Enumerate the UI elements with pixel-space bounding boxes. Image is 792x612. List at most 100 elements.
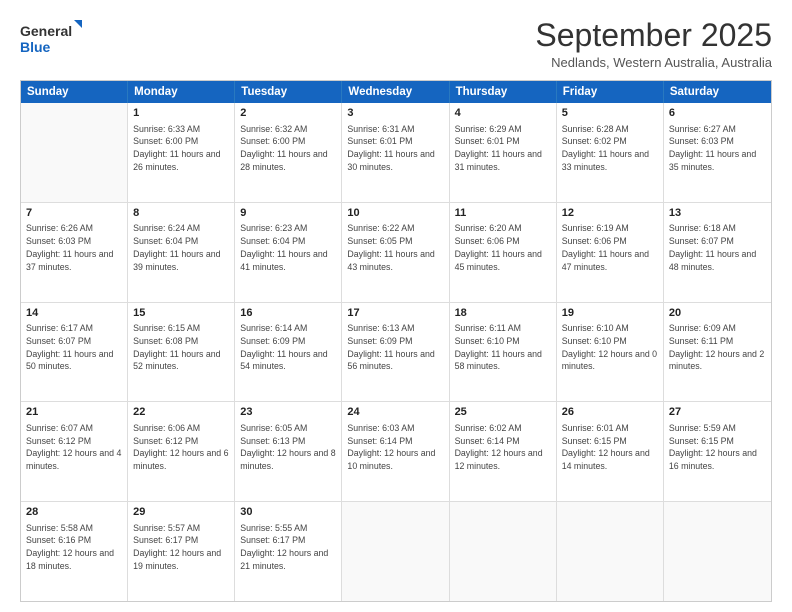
cell-info: Sunrise: 6:31 AMSunset: 6:01 PMDaylight:… xyxy=(347,123,443,174)
cell-info: Sunrise: 6:02 AMSunset: 6:14 PMDaylight:… xyxy=(455,422,551,473)
calendar-row: 28 Sunrise: 5:58 AMSunset: 6:16 PMDaylig… xyxy=(21,501,771,601)
cell-info: Sunrise: 6:32 AMSunset: 6:00 PMDaylight:… xyxy=(240,123,336,174)
day-number: 11 xyxy=(455,206,551,221)
day-number: 19 xyxy=(562,306,658,321)
calendar-day-cell: 14 Sunrise: 6:17 AMSunset: 6:07 PMDaylig… xyxy=(21,303,128,402)
calendar-day-cell: 30 Sunrise: 5:55 AMSunset: 6:17 PMDaylig… xyxy=(235,502,342,601)
day-number: 15 xyxy=(133,306,229,321)
day-number: 12 xyxy=(562,206,658,221)
calendar-day-cell: 13 Sunrise: 6:18 AMSunset: 6:07 PMDaylig… xyxy=(664,203,771,302)
calendar-empty-cell xyxy=(450,502,557,601)
cell-info: Sunrise: 5:58 AMSunset: 6:16 PMDaylight:… xyxy=(26,522,122,573)
cell-info: Sunrise: 6:14 AMSunset: 6:09 PMDaylight:… xyxy=(240,322,336,373)
calendar-row: 7 Sunrise: 6:26 AMSunset: 6:03 PMDayligh… xyxy=(21,202,771,302)
day-number: 5 xyxy=(562,106,658,121)
cell-info: Sunrise: 6:03 AMSunset: 6:14 PMDaylight:… xyxy=(347,422,443,473)
cell-info: Sunrise: 6:05 AMSunset: 6:13 PMDaylight:… xyxy=(240,422,336,473)
calendar-body: 1 Sunrise: 6:33 AMSunset: 6:00 PMDayligh… xyxy=(21,103,771,601)
day-number: 14 xyxy=(26,306,122,321)
calendar-day-header: Wednesday xyxy=(342,81,449,103)
calendar-day-cell: 28 Sunrise: 5:58 AMSunset: 6:16 PMDaylig… xyxy=(21,502,128,601)
cell-info: Sunrise: 6:10 AMSunset: 6:10 PMDaylight:… xyxy=(562,322,658,373)
calendar-day-header: Tuesday xyxy=(235,81,342,103)
calendar-day-cell: 10 Sunrise: 6:22 AMSunset: 6:05 PMDaylig… xyxy=(342,203,449,302)
calendar-row: 21 Sunrise: 6:07 AMSunset: 6:12 PMDaylig… xyxy=(21,401,771,501)
day-number: 30 xyxy=(240,505,336,520)
calendar-day-cell: 18 Sunrise: 6:11 AMSunset: 6:10 PMDaylig… xyxy=(450,303,557,402)
cell-info: Sunrise: 6:20 AMSunset: 6:06 PMDaylight:… xyxy=(455,222,551,273)
svg-text:Blue: Blue xyxy=(20,39,51,55)
day-number: 1 xyxy=(133,106,229,121)
day-number: 7 xyxy=(26,206,122,221)
cell-info: Sunrise: 5:57 AMSunset: 6:17 PMDaylight:… xyxy=(133,522,229,573)
day-number: 16 xyxy=(240,306,336,321)
cell-info: Sunrise: 6:01 AMSunset: 6:15 PMDaylight:… xyxy=(562,422,658,473)
cell-info: Sunrise: 6:26 AMSunset: 6:03 PMDaylight:… xyxy=(26,222,122,273)
calendar-day-header: Sunday xyxy=(21,81,128,103)
day-number: 3 xyxy=(347,106,443,121)
calendar-day-cell: 24 Sunrise: 6:03 AMSunset: 6:14 PMDaylig… xyxy=(342,402,449,501)
day-number: 13 xyxy=(669,206,766,221)
calendar-day-cell: 20 Sunrise: 6:09 AMSunset: 6:11 PMDaylig… xyxy=(664,303,771,402)
calendar-day-cell: 9 Sunrise: 6:23 AMSunset: 6:04 PMDayligh… xyxy=(235,203,342,302)
cell-info: Sunrise: 6:17 AMSunset: 6:07 PMDaylight:… xyxy=(26,322,122,373)
calendar-day-cell: 5 Sunrise: 6:28 AMSunset: 6:02 PMDayligh… xyxy=(557,103,664,202)
calendar-day-cell: 17 Sunrise: 6:13 AMSunset: 6:09 PMDaylig… xyxy=(342,303,449,402)
cell-info: Sunrise: 5:59 AMSunset: 6:15 PMDaylight:… xyxy=(669,422,766,473)
day-number: 18 xyxy=(455,306,551,321)
calendar-day-cell: 25 Sunrise: 6:02 AMSunset: 6:14 PMDaylig… xyxy=(450,402,557,501)
calendar-day-cell: 21 Sunrise: 6:07 AMSunset: 6:12 PMDaylig… xyxy=(21,402,128,501)
day-number: 20 xyxy=(669,306,766,321)
calendar-day-header: Thursday xyxy=(450,81,557,103)
cell-info: Sunrise: 6:33 AMSunset: 6:00 PMDaylight:… xyxy=(133,123,229,174)
day-number: 24 xyxy=(347,405,443,420)
calendar-row: 1 Sunrise: 6:33 AMSunset: 6:00 PMDayligh… xyxy=(21,103,771,202)
calendar-day-cell: 19 Sunrise: 6:10 AMSunset: 6:10 PMDaylig… xyxy=(557,303,664,402)
day-number: 27 xyxy=(669,405,766,420)
day-number: 22 xyxy=(133,405,229,420)
month-title: September 2025 xyxy=(535,18,772,53)
day-number: 4 xyxy=(455,106,551,121)
header: General Blue September 2025 Nedlands, We… xyxy=(20,18,772,70)
title-block: September 2025 Nedlands, Western Austral… xyxy=(535,18,772,70)
calendar: SundayMondayTuesdayWednesdayThursdayFrid… xyxy=(20,80,772,602)
day-number: 6 xyxy=(669,106,766,121)
day-number: 8 xyxy=(133,206,229,221)
cell-info: Sunrise: 6:09 AMSunset: 6:11 PMDaylight:… xyxy=(669,322,766,373)
calendar-day-cell: 11 Sunrise: 6:20 AMSunset: 6:06 PMDaylig… xyxy=(450,203,557,302)
cell-info: Sunrise: 6:11 AMSunset: 6:10 PMDaylight:… xyxy=(455,322,551,373)
calendar-day-cell: 22 Sunrise: 6:06 AMSunset: 6:12 PMDaylig… xyxy=(128,402,235,501)
calendar-day-cell: 4 Sunrise: 6:29 AMSunset: 6:01 PMDayligh… xyxy=(450,103,557,202)
calendar-day-cell: 7 Sunrise: 6:26 AMSunset: 6:03 PMDayligh… xyxy=(21,203,128,302)
calendar-empty-cell xyxy=(21,103,128,202)
day-number: 17 xyxy=(347,306,443,321)
day-number: 21 xyxy=(26,405,122,420)
day-number: 9 xyxy=(240,206,336,221)
calendar-day-cell: 8 Sunrise: 6:24 AMSunset: 6:04 PMDayligh… xyxy=(128,203,235,302)
calendar-empty-cell xyxy=(557,502,664,601)
cell-info: Sunrise: 6:18 AMSunset: 6:07 PMDaylight:… xyxy=(669,222,766,273)
calendar-day-header: Saturday xyxy=(664,81,771,103)
calendar-day-header: Friday xyxy=(557,81,664,103)
calendar-empty-cell xyxy=(664,502,771,601)
calendar-day-cell: 2 Sunrise: 6:32 AMSunset: 6:00 PMDayligh… xyxy=(235,103,342,202)
day-number: 26 xyxy=(562,405,658,420)
day-number: 25 xyxy=(455,405,551,420)
day-number: 23 xyxy=(240,405,336,420)
calendar-day-cell: 16 Sunrise: 6:14 AMSunset: 6:09 PMDaylig… xyxy=(235,303,342,402)
day-number: 29 xyxy=(133,505,229,520)
cell-info: Sunrise: 6:22 AMSunset: 6:05 PMDaylight:… xyxy=(347,222,443,273)
cell-info: Sunrise: 6:06 AMSunset: 6:12 PMDaylight:… xyxy=(133,422,229,473)
day-number: 28 xyxy=(26,505,122,520)
cell-info: Sunrise: 6:19 AMSunset: 6:06 PMDaylight:… xyxy=(562,222,658,273)
calendar-day-cell: 1 Sunrise: 6:33 AMSunset: 6:00 PMDayligh… xyxy=(128,103,235,202)
calendar-day-cell: 23 Sunrise: 6:05 AMSunset: 6:13 PMDaylig… xyxy=(235,402,342,501)
calendar-day-header: Monday xyxy=(128,81,235,103)
cell-info: Sunrise: 6:27 AMSunset: 6:03 PMDaylight:… xyxy=(669,123,766,174)
cell-info: Sunrise: 6:29 AMSunset: 6:01 PMDaylight:… xyxy=(455,123,551,174)
calendar-row: 14 Sunrise: 6:17 AMSunset: 6:07 PMDaylig… xyxy=(21,302,771,402)
calendar-day-cell: 12 Sunrise: 6:19 AMSunset: 6:06 PMDaylig… xyxy=(557,203,664,302)
calendar-day-cell: 26 Sunrise: 6:01 AMSunset: 6:15 PMDaylig… xyxy=(557,402,664,501)
calendar-day-cell: 3 Sunrise: 6:31 AMSunset: 6:01 PMDayligh… xyxy=(342,103,449,202)
cell-info: Sunrise: 5:55 AMSunset: 6:17 PMDaylight:… xyxy=(240,522,336,573)
